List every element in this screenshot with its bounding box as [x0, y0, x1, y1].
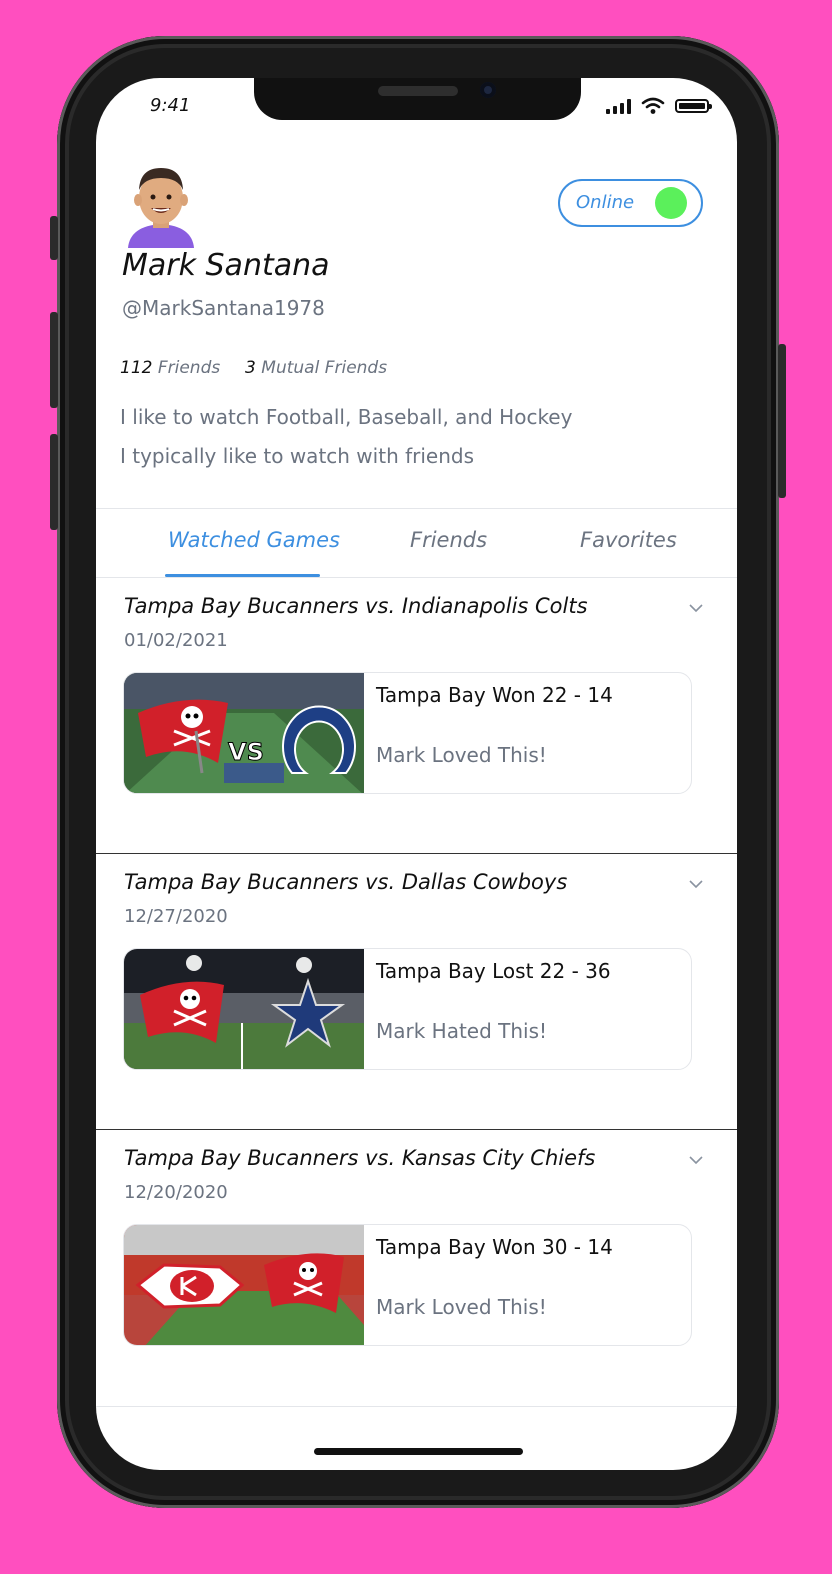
- game-reaction: Mark Loved This!: [376, 1295, 547, 1319]
- game-title: Tampa Bay Bucanners vs. Dallas Cowboys: [124, 870, 568, 894]
- profile-bio: I like to watch Football, Baseball, and …: [120, 398, 572, 476]
- tab-friends[interactable]: Friends: [410, 528, 487, 552]
- online-status-toggle[interactable]: Online: [558, 179, 703, 227]
- notch: [254, 78, 581, 120]
- wifi-icon: [641, 97, 665, 114]
- game-item[interactable]: Tampa Bay Bucanners vs. Indianapolis Col…: [96, 578, 737, 854]
- bio-line: I typically like to watch with friends: [120, 444, 475, 468]
- tab-favorites[interactable]: Favorites: [580, 528, 677, 552]
- status-time: 9:41: [150, 95, 191, 116]
- game-thumbnail: [124, 1225, 364, 1345]
- power-button: [778, 344, 786, 498]
- game-card[interactable]: Tampa Bay Won 30 - 14 Mark Loved This!: [123, 1224, 692, 1346]
- status-icons: [606, 97, 712, 115]
- game-item[interactable]: Tampa Bay Bucanners vs. Dallas Cowboys 1…: [96, 854, 737, 1130]
- friends-count[interactable]: 112: [120, 358, 152, 378]
- thumbnail-vs-text: VS: [228, 738, 264, 766]
- mute-switch: [50, 216, 58, 260]
- chevron-down-icon[interactable]: [688, 600, 704, 616]
- game-reaction: Mark Hated This!: [376, 1019, 548, 1043]
- profile-tabs: Watched Games Friends Favorites: [96, 508, 737, 578]
- screen: 9:41 Mark Santana @MarkSantana1978 112 F…: [96, 78, 737, 1470]
- chevron-down-icon[interactable]: [688, 1152, 704, 1168]
- battery-icon: [675, 99, 712, 113]
- signal-icon: [606, 98, 631, 114]
- speaker: [378, 86, 458, 96]
- game-reaction: Mark Loved This!: [376, 743, 547, 767]
- game-date: 12/27/2020: [124, 906, 228, 927]
- profile-name: Mark Santana: [122, 248, 330, 283]
- chevron-down-icon[interactable]: [688, 876, 704, 892]
- game-card[interactable]: VS Tampa Bay Won 22 - 14 Mark Loved This…: [123, 672, 692, 794]
- game-title: Tampa Bay Bucanners vs. Kansas City Chie…: [124, 1146, 596, 1170]
- game-thumbnail: [124, 949, 364, 1069]
- game-result: Tampa Bay Won 22 - 14: [376, 683, 613, 707]
- game-date: 01/02/2021: [124, 630, 228, 651]
- game-item[interactable]: Tampa Bay Bucanners vs. Kansas City Chie…: [96, 1130, 737, 1406]
- friends-stats: 112 Friends 3 Mutual Friends: [120, 358, 387, 378]
- volume-up-button: [50, 312, 58, 408]
- game-result: Tampa Bay Lost 22 - 36: [376, 959, 611, 983]
- mutual-friends-label[interactable]: Mutual Friends: [261, 358, 387, 378]
- camera: [480, 82, 496, 98]
- home-indicator[interactable]: [314, 1448, 523, 1455]
- friends-label[interactable]: Friends: [158, 358, 220, 378]
- tab-watched-games[interactable]: Watched Games: [168, 528, 340, 552]
- game-thumbnail: VS: [124, 673, 364, 793]
- online-indicator: [655, 187, 687, 219]
- game-date: 12/20/2020: [124, 1182, 228, 1203]
- bio-line: I like to watch Football, Baseball, and …: [120, 405, 573, 429]
- bottom-divider: [96, 1406, 737, 1407]
- profile-handle: @MarkSantana1978: [122, 296, 325, 320]
- game-title: Tampa Bay Bucanners vs. Indianapolis Col…: [124, 594, 588, 618]
- online-status-label: Online: [576, 192, 635, 213]
- avatar[interactable]: [126, 156, 196, 248]
- volume-down-button: [50, 434, 58, 530]
- mutual-friends-count[interactable]: 3: [245, 358, 256, 378]
- game-card[interactable]: Tampa Bay Lost 22 - 36 Mark Hated This!: [123, 948, 692, 1070]
- game-result: Tampa Bay Won 30 - 14: [376, 1235, 613, 1259]
